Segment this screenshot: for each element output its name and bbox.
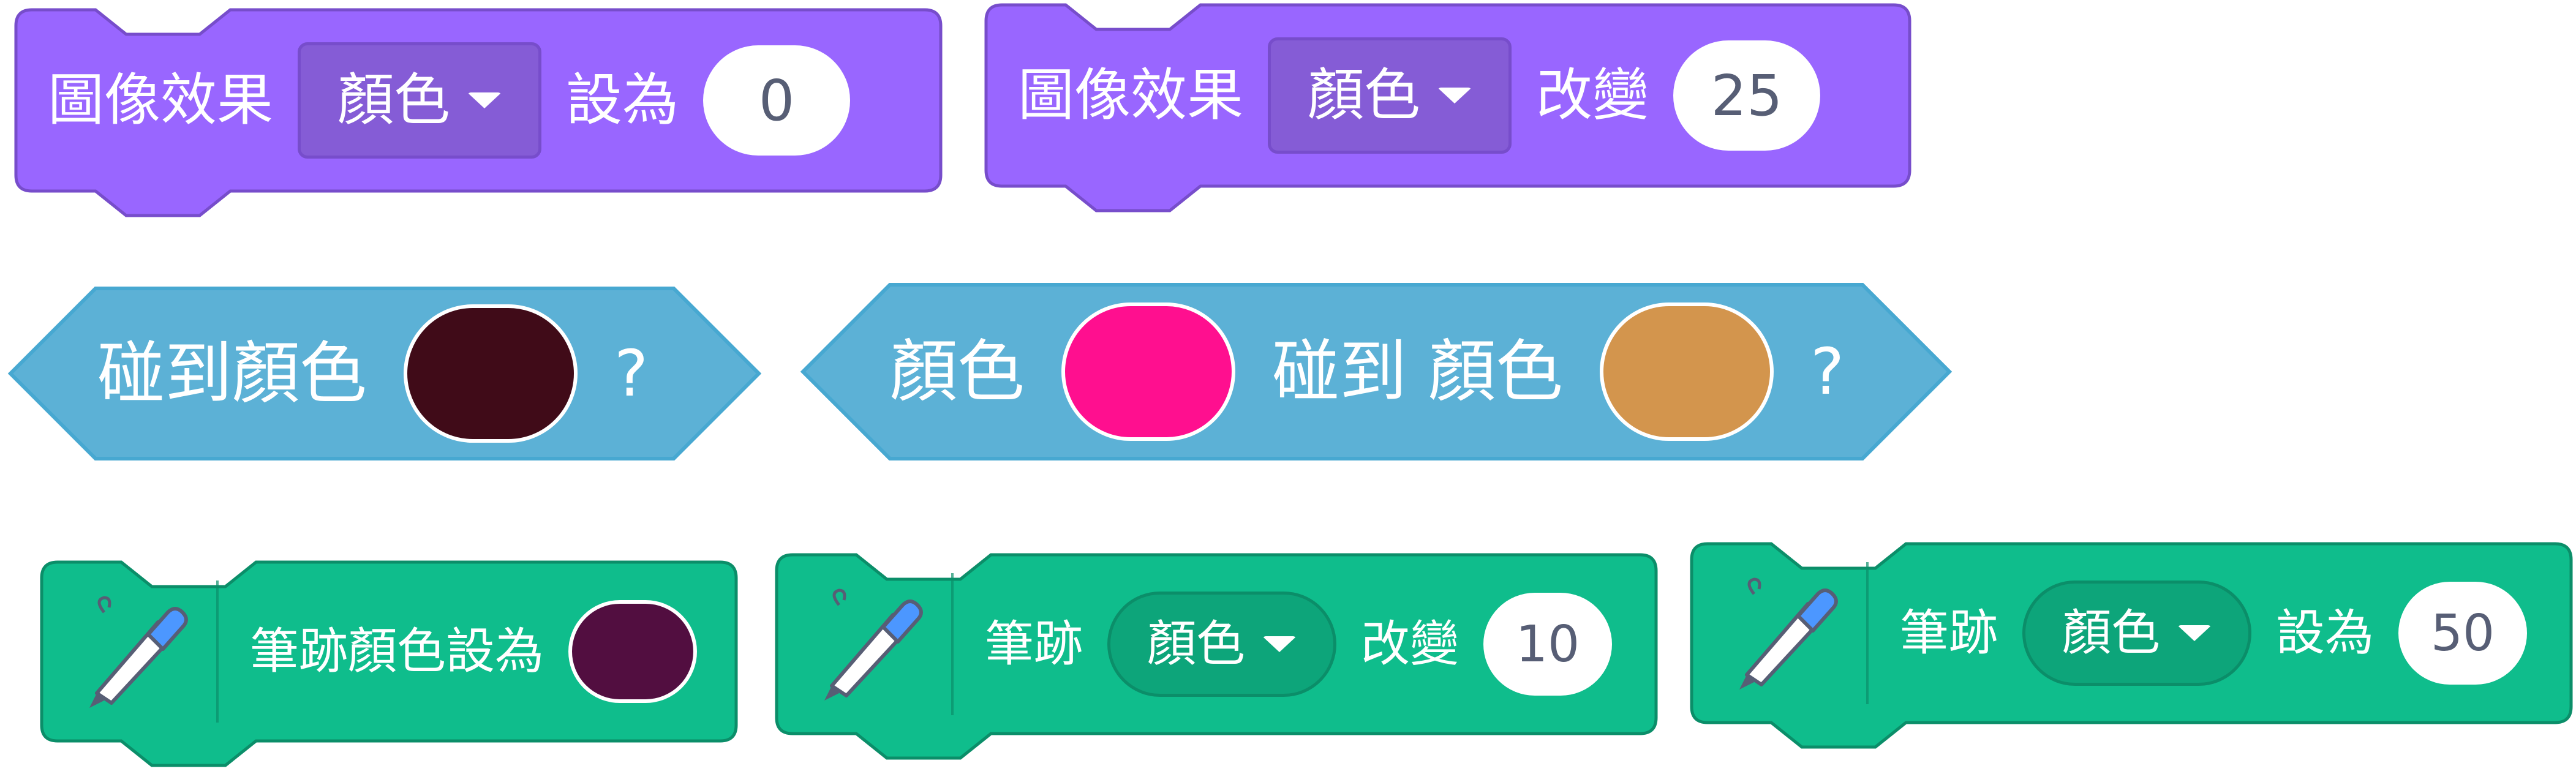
dropdown-value: 顏色 <box>2062 604 2160 661</box>
block-label: 圖像效果 <box>1018 62 1244 128</box>
color-swatch[interactable] <box>568 600 697 703</box>
effect-dropdown[interactable]: 顏色 <box>298 42 542 159</box>
block-label: 筆跡 <box>1900 604 1998 661</box>
block-verb: 改變 <box>1361 615 1459 672</box>
pen-set-param-block[interactable]: 筆跡 顏色 設為 50 <box>1690 542 2573 750</box>
sensing-touching-color-block[interactable]: 碰到顏色 ? <box>7 287 762 460</box>
chevron-down-icon <box>2177 625 2212 641</box>
block-verb: 設為 <box>2276 604 2374 661</box>
blocks-canvas: 圖像效果 顏色 設為 0 圖像效果 顏色 改變 25 碰到顏色 ? 顏色 碰到 … <box>0 0 2576 774</box>
chevron-down-icon <box>467 92 502 108</box>
block-label: 碰到顏色 <box>97 334 367 413</box>
color-swatch-1[interactable] <box>1061 302 1235 441</box>
block-verb: 改變 <box>1536 62 1649 128</box>
number-input[interactable]: 10 <box>1483 593 1612 696</box>
block-label: 筆跡顏色設為 <box>250 623 544 680</box>
block-label: 筆跡 <box>985 615 1083 672</box>
color-swatch-2[interactable] <box>1599 302 1774 441</box>
dropdown-value: 顏色 <box>337 67 451 133</box>
effect-dropdown[interactable]: 顏色 <box>1268 37 1512 154</box>
chevron-down-icon <box>1262 636 1297 652</box>
param-dropdown[interactable]: 顏色 <box>1107 592 1336 697</box>
question-mark: ? <box>614 336 649 411</box>
block-verb: 設為 <box>566 67 679 133</box>
sensing-color-touching-color-block[interactable]: 顏色 碰到 顏色 ? <box>800 283 1953 460</box>
chevron-down-icon <box>1437 88 1472 103</box>
number-input[interactable]: 50 <box>2398 582 2527 685</box>
number-input[interactable]: 0 <box>703 45 851 156</box>
dropdown-value: 顏色 <box>1308 62 1421 128</box>
dropdown-value: 顏色 <box>1147 615 1245 672</box>
pen-change-param-block[interactable]: 筆跡 顏色 改變 10 <box>775 553 1658 761</box>
pen-set-color-block[interactable]: 筆跡顏色設為 <box>40 560 738 768</box>
color-swatch[interactable] <box>404 304 578 443</box>
param-dropdown[interactable]: 顏色 <box>2022 580 2251 686</box>
question-mark: ? <box>1810 334 1845 409</box>
block-label-2: 碰到 顏色 <box>1272 333 1563 411</box>
looks-set-effect-block[interactable]: 圖像效果 顏色 設為 0 <box>14 8 943 218</box>
number-input[interactable]: 25 <box>1673 40 1821 151</box>
block-label-1: 顏色 <box>890 333 1025 411</box>
looks-change-effect-block[interactable]: 圖像效果 顏色 改變 25 <box>984 3 1911 213</box>
block-label: 圖像效果 <box>48 67 274 133</box>
